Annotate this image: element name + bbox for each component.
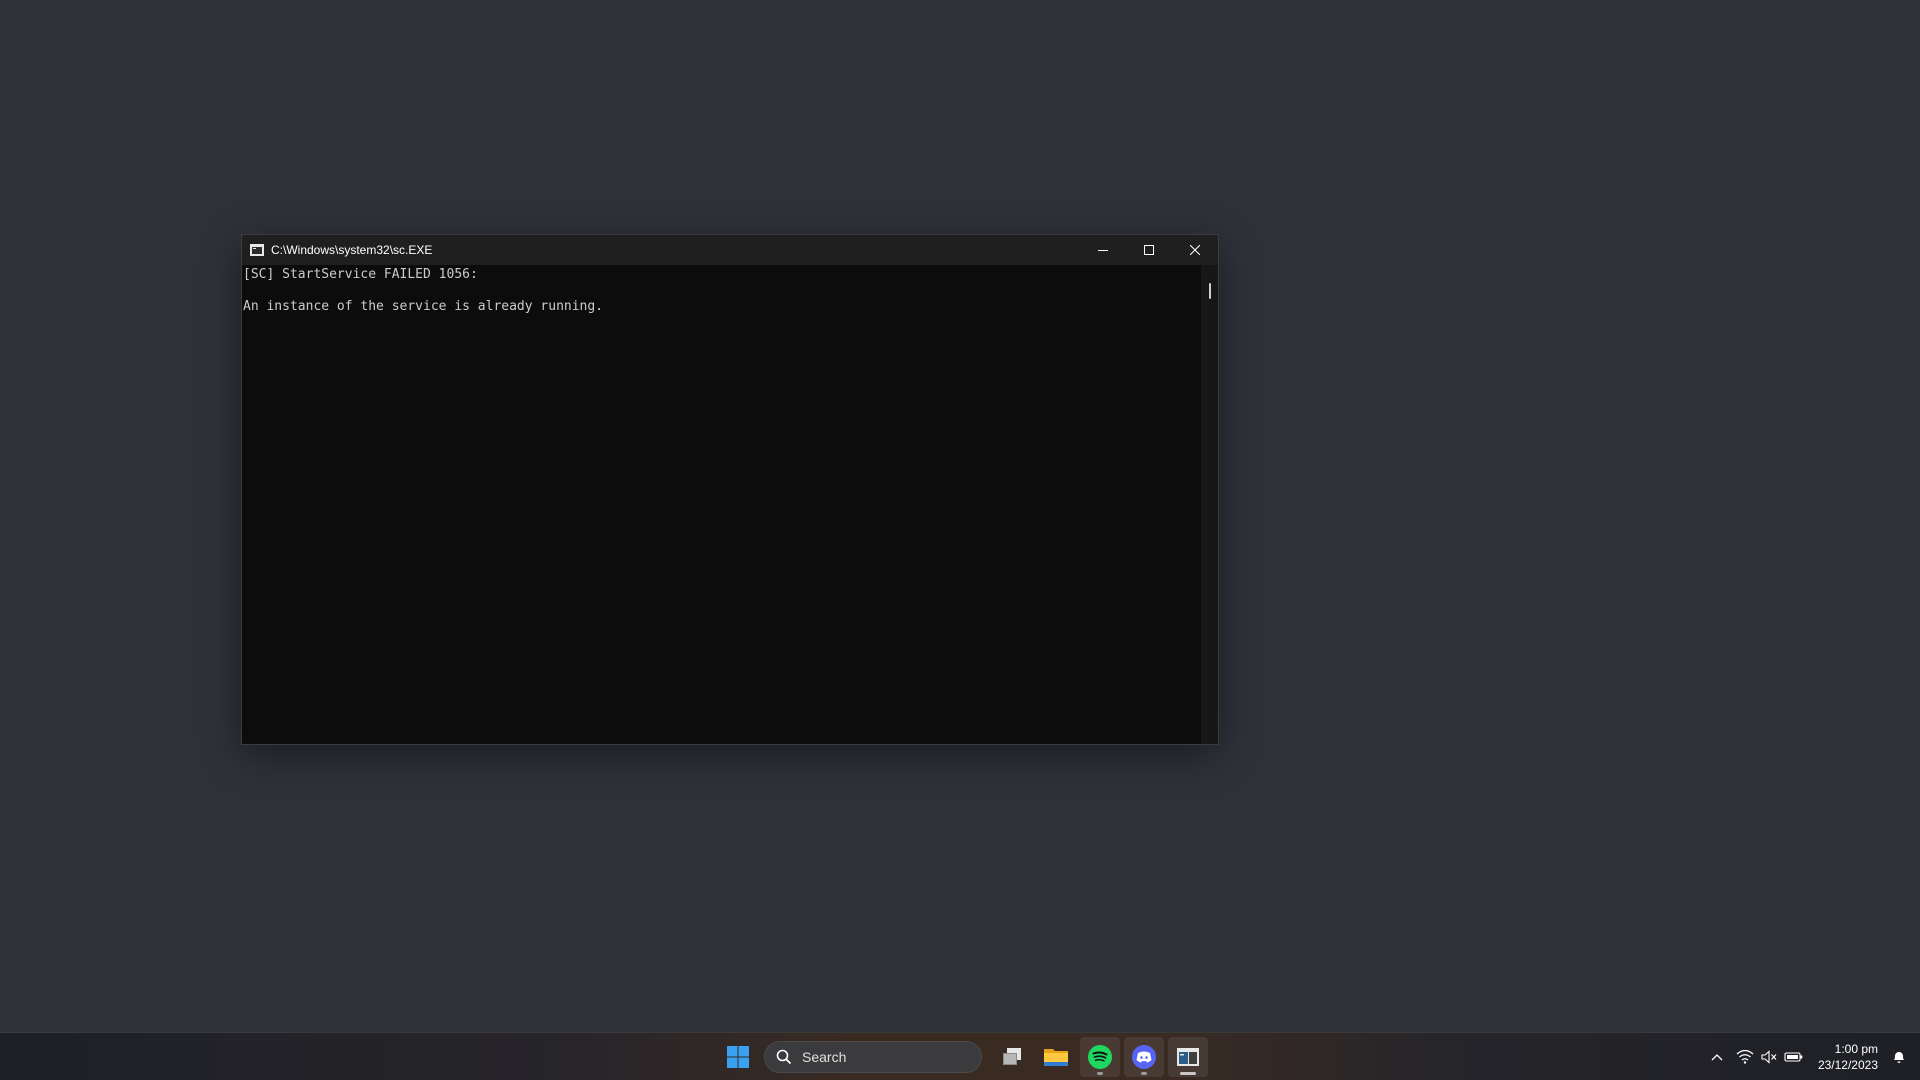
close-icon xyxy=(1190,245,1200,255)
chevron-up-icon xyxy=(1711,1054,1723,1061)
close-button[interactable] xyxy=(1172,235,1218,265)
discord-button[interactable] xyxy=(1124,1037,1164,1077)
file-explorer-icon xyxy=(1044,1049,1068,1066)
start-icon xyxy=(727,1046,749,1068)
maximize-icon xyxy=(1144,245,1154,255)
battery-icon xyxy=(1784,1052,1803,1062)
volume-muted-icon xyxy=(1761,1050,1777,1064)
running-indicator xyxy=(1180,1072,1196,1075)
scrollbar-thumb[interactable] xyxy=(1209,283,1211,299)
running-indicator xyxy=(1141,1072,1147,1075)
vertical-scrollbar[interactable] xyxy=(1201,265,1218,744)
spotify-icon xyxy=(1088,1045,1112,1069)
console-line: An instance of the service is already ru… xyxy=(243,299,604,314)
clock-date: 23/12/2023 xyxy=(1817,1058,1878,1072)
task-view-button[interactable] xyxy=(992,1037,1032,1077)
search-box[interactable] xyxy=(764,1041,982,1073)
spotify-button[interactable] xyxy=(1080,1037,1120,1077)
show-hidden-icons-button[interactable] xyxy=(1704,1037,1730,1077)
file-explorer-button[interactable] xyxy=(1036,1037,1076,1077)
search-input[interactable] xyxy=(800,1048,954,1066)
window-title: C:\Windows\system32\sc.EXE xyxy=(271,243,433,257)
notifications-button[interactable] xyxy=(1886,1037,1920,1077)
console-taskbar-button[interactable] xyxy=(1168,1037,1208,1077)
maximize-button[interactable] xyxy=(1126,235,1172,265)
console-app-icon xyxy=(250,244,264,256)
console-line: [SC] StartService FAILED 1056: xyxy=(243,267,478,282)
search-icon xyxy=(776,1049,792,1065)
bell-icon xyxy=(1894,1052,1904,1063)
wifi-icon xyxy=(1736,1049,1754,1064)
clock-time: 1:00 pm xyxy=(1834,1042,1878,1056)
running-indicator xyxy=(1097,1072,1103,1075)
discord-icon xyxy=(1132,1045,1156,1069)
console-window[interactable]: C:\Windows\system32\sc.EXE [SC] StartSer… xyxy=(241,234,1219,745)
console-app-icon xyxy=(1177,1048,1199,1066)
quick-settings-button[interactable] xyxy=(1730,1037,1810,1077)
clock[interactable]: 1:00 pm 23/12/2023 xyxy=(1810,1041,1886,1073)
minimize-icon xyxy=(1098,250,1108,251)
taskbar-apps xyxy=(716,1033,1210,1080)
start-button[interactable] xyxy=(718,1037,758,1077)
system-tray: 1:00 pm 23/12/2023 xyxy=(1704,1033,1920,1080)
taskbar: 1:00 pm 23/12/2023 xyxy=(0,1032,1920,1080)
minimize-button[interactable] xyxy=(1080,235,1126,265)
task-view-icon xyxy=(1003,1048,1021,1065)
title-bar[interactable]: C:\Windows\system32\sc.EXE xyxy=(242,235,1218,265)
console-output[interactable]: [SC] StartService FAILED 1056: An instan… xyxy=(242,265,1201,744)
